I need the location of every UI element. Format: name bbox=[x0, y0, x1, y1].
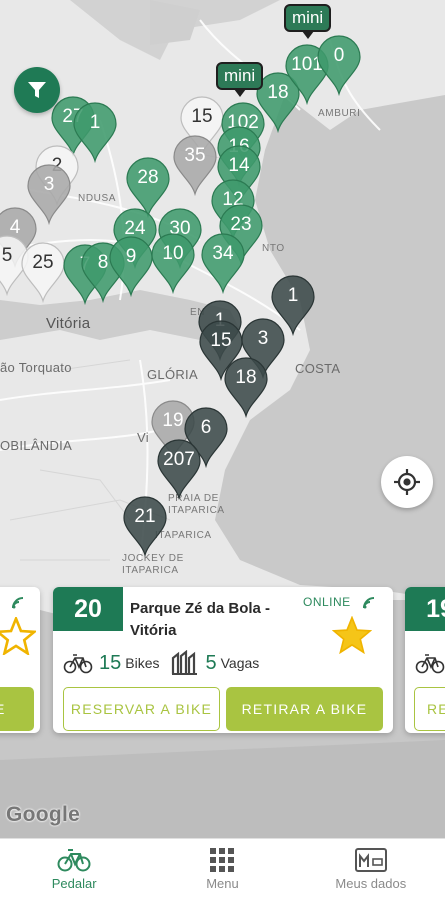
bike-icon bbox=[57, 849, 91, 872]
station-marker[interactable]: 34 bbox=[200, 233, 246, 295]
station-marker[interactable]: 18 bbox=[223, 357, 269, 419]
station-name: Parque Zé da Bola - Vitória bbox=[130, 600, 271, 639]
app-screen: Vitória ão Torquato GLÓRIA COSTA OBILÂND… bbox=[0, 0, 445, 900]
star-favorite-icon[interactable] bbox=[332, 616, 372, 654]
reserve-bike-button[interactable]: RE bbox=[414, 687, 445, 731]
station-bike-count: 3 bbox=[257, 328, 269, 349]
place-label: AMBURI bbox=[318, 108, 361, 119]
station-bike-count: 6 bbox=[200, 417, 212, 438]
wifi-icon bbox=[363, 597, 375, 609]
station-marker[interactable]: 25 bbox=[20, 242, 66, 304]
station-id-badge: 19 bbox=[405, 587, 445, 631]
station-bike-count: 28 bbox=[137, 167, 159, 188]
take-bike-button[interactable]: RETIRAR A BIKE bbox=[226, 687, 383, 731]
grid-icon bbox=[210, 848, 235, 872]
station-bike-count: 1 bbox=[89, 112, 101, 133]
station-stats: 15 Bikes 5 Vagas bbox=[63, 649, 271, 677]
station-bike-count: 14 bbox=[228, 155, 250, 176]
station-bike-count: 15 bbox=[210, 330, 232, 351]
place-label: NDUSA bbox=[78, 193, 117, 204]
station-bike-count: 18 bbox=[235, 367, 257, 388]
bikes-label: Bikes bbox=[125, 655, 160, 671]
station-bike-count: 21 bbox=[134, 506, 156, 527]
filter-icon bbox=[28, 82, 46, 98]
id-card-icon bbox=[354, 848, 387, 872]
nav-label: Pedalar bbox=[51, 876, 97, 891]
station-bike-count: 1 bbox=[287, 285, 299, 306]
station-bike-count: 10 bbox=[162, 243, 184, 264]
dock-icon bbox=[172, 650, 198, 675]
google-logo: Google bbox=[6, 803, 81, 826]
station-card-partial-left[interactable]: KE bbox=[0, 587, 40, 733]
bike-icon bbox=[63, 654, 93, 674]
vagas-label: Vagas bbox=[220, 655, 260, 671]
station-bike-count: 0 bbox=[333, 45, 345, 66]
wifi-icon bbox=[12, 597, 24, 609]
station-bike-count: 207 bbox=[163, 449, 195, 470]
station-marker[interactable]: 9 bbox=[108, 236, 154, 298]
station-bike-count: 15 bbox=[191, 106, 213, 127]
star-outline-icon[interactable] bbox=[0, 617, 36, 655]
station-marker[interactable]: 0 bbox=[316, 35, 362, 97]
nav-label: Menu bbox=[206, 876, 239, 891]
bikes-count: 15 bbox=[99, 651, 122, 674]
place-label: COSTA bbox=[295, 361, 341, 376]
place-label: ão Torquato bbox=[0, 360, 72, 375]
station-bike-count: 9 bbox=[125, 246, 137, 267]
nav-item-pedalar[interactable]: Pedalar bbox=[0, 839, 148, 900]
mini-station-tag[interactable]: mini bbox=[216, 62, 264, 97]
bottom-navigation: Pedalar Menu Meus dados bbox=[0, 838, 445, 900]
mini-station-tag[interactable]: mini bbox=[284, 4, 332, 39]
map-view[interactable]: Vitória ão Torquato GLÓRIA COSTA OBILÂND… bbox=[0, 0, 445, 838]
station-card-partial-right[interactable]: 19 RE bbox=[405, 587, 445, 733]
place-label: GLÓRIA bbox=[147, 367, 198, 382]
reserve-bike-button[interactable]: RESERVAR A BIKE bbox=[63, 687, 220, 731]
crosshair-icon bbox=[394, 469, 420, 495]
station-bike-count: 35 bbox=[184, 145, 206, 166]
station-card[interactable]: 20 Parque Zé da Bola - Vitória ONLINE 15… bbox=[53, 587, 393, 733]
place-label: OBILÂNDIA bbox=[0, 438, 73, 453]
station-marker[interactable]: 21 bbox=[122, 496, 168, 558]
place-label: Vi bbox=[137, 430, 149, 445]
station-marker[interactable]: 207 bbox=[156, 439, 202, 501]
nav-item-meus-dados[interactable]: Meus dados bbox=[297, 839, 445, 900]
station-marker[interactable]: 10 bbox=[150, 233, 196, 295]
nav-label: Meus dados bbox=[335, 876, 407, 891]
bike-icon bbox=[415, 654, 445, 674]
station-bike-count: 3 bbox=[43, 174, 55, 195]
station-bike-count: 25 bbox=[32, 252, 54, 273]
place-label-vitoria: Vitória bbox=[46, 315, 91, 332]
my-location-button[interactable] bbox=[381, 456, 433, 508]
filter-button[interactable] bbox=[14, 67, 60, 113]
station-bike-count: 34 bbox=[212, 243, 234, 264]
station-id-badge: 20 bbox=[53, 587, 123, 631]
take-bike-button[interactable]: KE bbox=[0, 687, 34, 731]
vagas-count: 5 bbox=[205, 651, 217, 674]
station-bike-count: 23 bbox=[230, 214, 252, 235]
nav-item-menu[interactable]: Menu bbox=[148, 839, 296, 900]
online-status: ONLINE bbox=[303, 595, 351, 609]
place-label: NTO bbox=[262, 243, 285, 254]
